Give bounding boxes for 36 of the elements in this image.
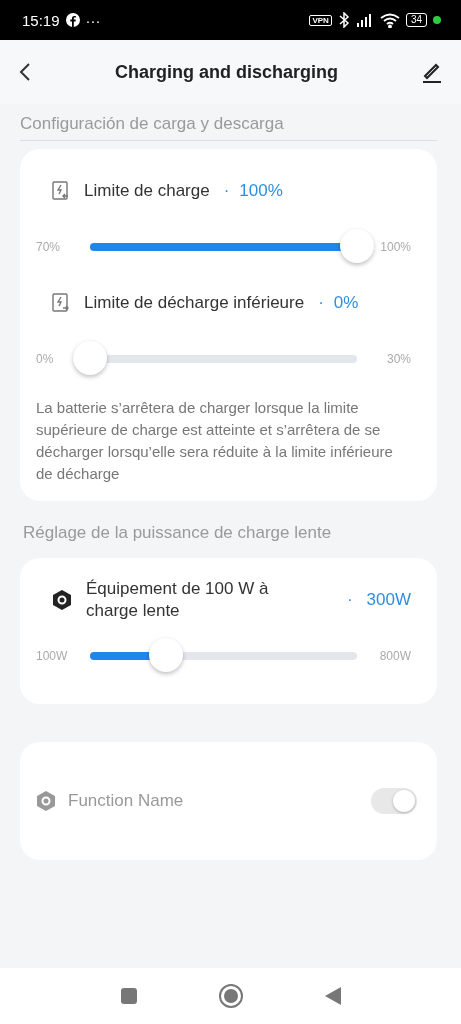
setting-label: Limite de décharge inférieure xyxy=(84,292,305,314)
separator-dot: · xyxy=(223,181,230,201)
section-title: Configuración de carga y descarga xyxy=(20,110,437,141)
signal-icon xyxy=(355,13,374,27)
battery-bolt-icon xyxy=(52,293,70,313)
setting-label: Équipement de 100 W à charge lente xyxy=(86,578,270,622)
description-text: La batterie s’arrêtera de charger lorsque la limite supérieure de charge est atteinte et s’arrêtera de se décharger lorsqu’elle sera réduite à la limite inférieure de décharge xyxy=(36,398,394,484)
bluetooth-icon xyxy=(337,12,350,28)
separator-dot: · xyxy=(318,293,324,313)
page-title: Charging and discharging xyxy=(115,61,338,83)
setting-value: 300W xyxy=(366,590,411,610)
home-button[interactable] xyxy=(217,983,244,1009)
battery-indicator: 34 xyxy=(405,13,427,27)
slider-min: 70% xyxy=(36,240,62,254)
setting-value: 0% xyxy=(333,293,359,313)
slider-min: 0% xyxy=(36,352,55,366)
status-more: ··· xyxy=(85,11,101,29)
status-dot-icon xyxy=(433,16,441,24)
slider-min: 100W xyxy=(36,649,69,663)
vpn-indicator: VPN xyxy=(309,14,332,26)
slider-max: 800W xyxy=(378,649,411,663)
separator-dot: · xyxy=(346,590,353,610)
section-title: Réglage de la puissance de charge lente xyxy=(23,522,333,544)
setting-label: Limite de charge xyxy=(84,180,210,202)
status-time: 15:19 xyxy=(22,11,60,29)
facebook-icon xyxy=(65,13,80,27)
back-nav-button[interactable] xyxy=(323,986,342,1006)
hexagon-icon xyxy=(52,589,72,611)
recent-apps-button[interactable] xyxy=(119,987,138,1005)
battery-bolt-icon xyxy=(52,181,70,201)
hexagon-icon xyxy=(36,790,56,812)
setting-label: Function Name xyxy=(68,790,184,812)
wifi-icon xyxy=(379,12,400,28)
setting-value: 100% xyxy=(239,181,283,201)
slider-max: 100% xyxy=(379,240,411,254)
slider-max: 30% xyxy=(385,352,411,366)
